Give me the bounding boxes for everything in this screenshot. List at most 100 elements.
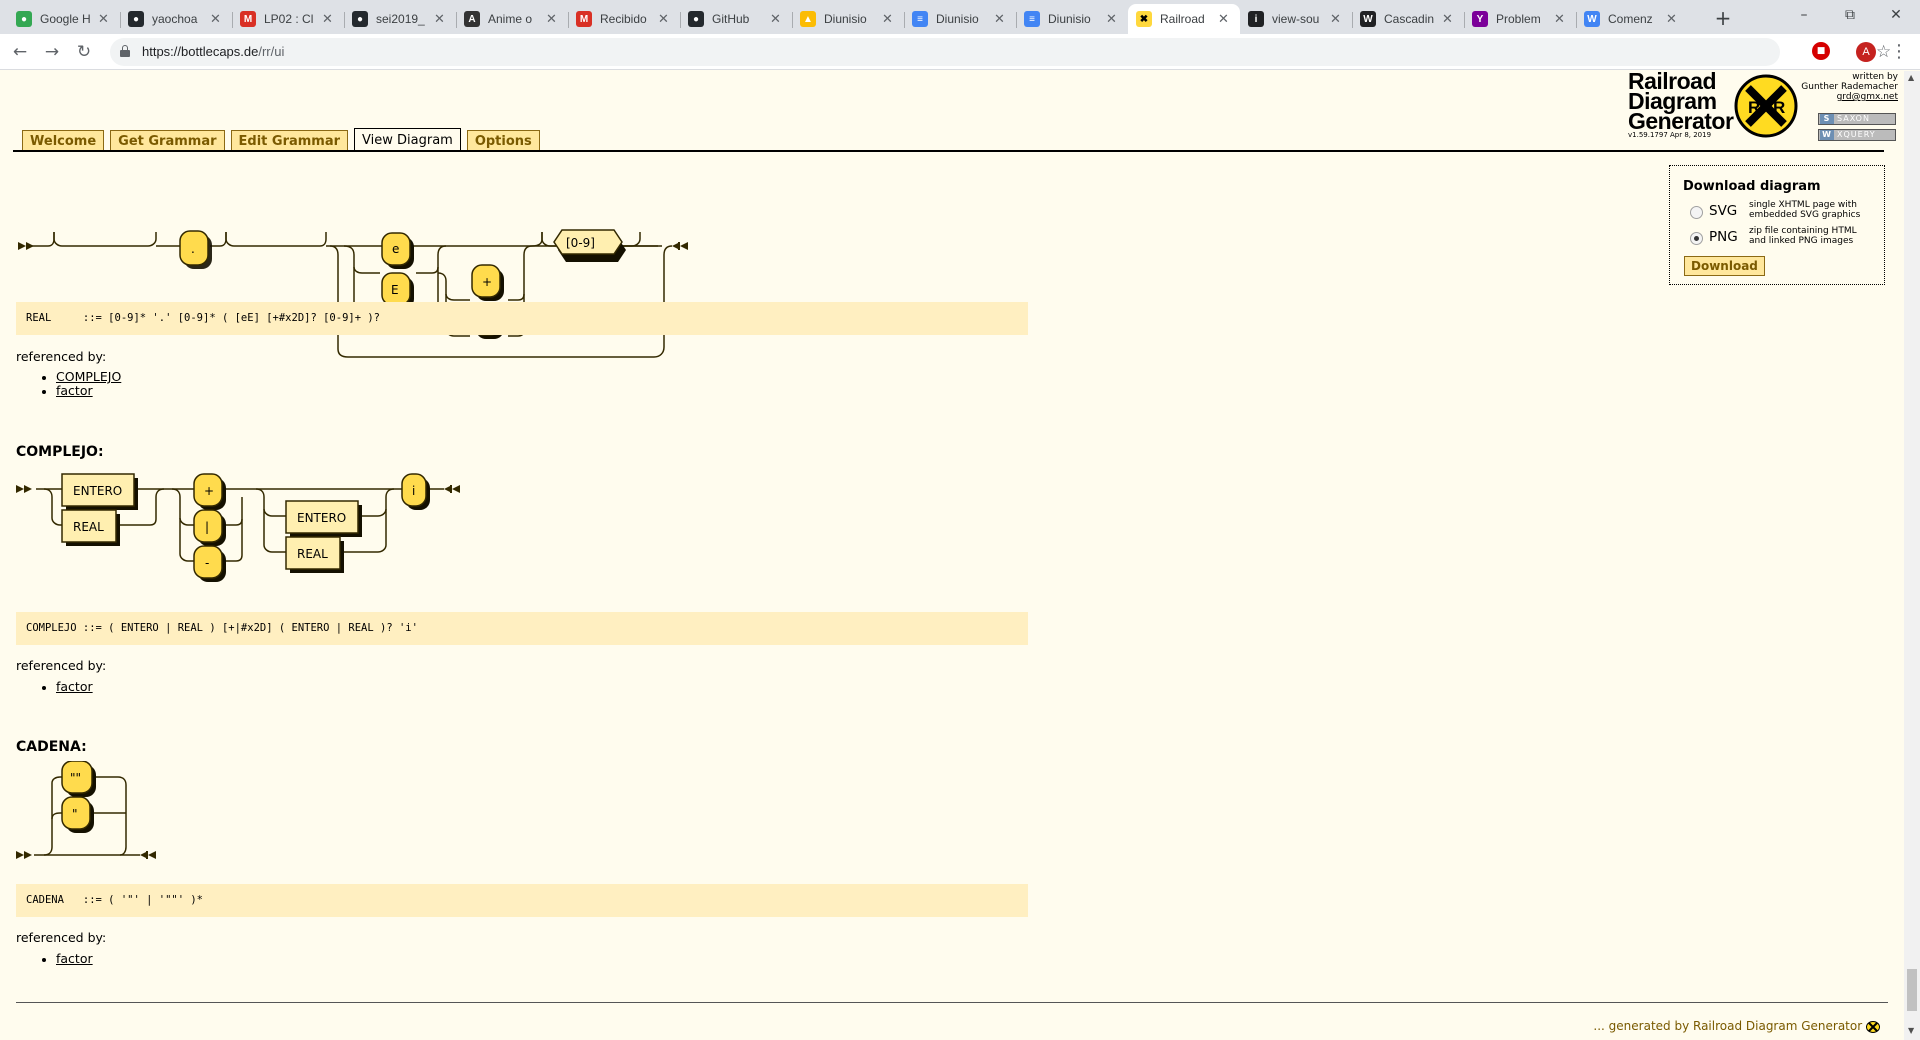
tab-close-icon[interactable]: ✕	[1554, 11, 1568, 27]
nonterminal-real[interactable]: REAL	[285, 536, 344, 573]
tab-edit-grammar[interactable]: Edit Grammar	[230, 130, 349, 152]
railroad-icon: ✖	[1136, 11, 1152, 27]
tab-close-icon[interactable]: ✕	[658, 11, 672, 27]
adblock-extension-icon[interactable]: ■	[1812, 42, 1830, 60]
tab-options[interactable]: Options	[466, 130, 540, 152]
browser-tab-label: sei2019_	[376, 12, 425, 26]
browser-menu-icon[interactable]: ⋮	[1890, 40, 1908, 64]
browser-tab[interactable]: W Cascadin ✕	[1352, 4, 1464, 34]
token-E-label: E	[391, 283, 399, 297]
cadena-diagram: "" "	[16, 761, 156, 859]
cadena-referenced-by: referenced by:	[16, 930, 107, 945]
bookmark-star-icon[interactable]: ☆	[1876, 42, 1891, 62]
minimize-icon[interactable]: –	[1781, 0, 1827, 30]
cadena-ref-factor-link[interactable]: factor	[56, 951, 93, 966]
real-ref-factor-link[interactable]: factor	[56, 383, 93, 398]
complejo-diagram: ENTERO REAL + | - ENTERO REAL i	[16, 473, 460, 582]
cadena-heading: CADENA:	[16, 739, 87, 755]
tab-close-icon[interactable]: ✕	[98, 11, 112, 27]
vertical-scrollbar[interactable]: ▲ ▼	[1904, 71, 1920, 1040]
png-option-label[interactable]: PNG	[1709, 229, 1738, 245]
profile-avatar[interactable]: A	[1856, 42, 1876, 62]
w3c-xquery-badge[interactable]: W XQUERY	[1818, 129, 1896, 141]
browser-tab-label: Diunisio	[936, 12, 979, 26]
tab-close-icon[interactable]: ✕	[1106, 11, 1120, 27]
forward-icon[interactable]: →	[40, 40, 64, 64]
version-label: v1.59.1797 Apr 8, 2019	[1628, 131, 1712, 139]
scroll-up-icon[interactable]: ▲	[1908, 73, 1914, 82]
tab-close-icon[interactable]: ✕	[434, 11, 448, 27]
browser-tab[interactable]: i view-sou ✕	[1240, 4, 1352, 34]
download-button[interactable]: Download	[1684, 256, 1765, 276]
browser-tab[interactable]: ✖ Railroad ✕	[1128, 4, 1240, 34]
browser-tab[interactable]: W Comenz ✕	[1576, 4, 1688, 34]
footer-divider	[16, 1002, 1888, 1003]
tab-close-icon[interactable]: ✕	[546, 11, 560, 27]
token-e: e	[381, 232, 414, 269]
saxon-badge[interactable]: S SAXON	[1818, 113, 1896, 125]
svg-option-label[interactable]: SVG	[1709, 203, 1737, 219]
browser-tab[interactable]: ▲ Diunisio ✕	[792, 4, 904, 34]
browser-tab-label: Comenz	[1608, 12, 1653, 26]
browser-tab-label: GitHub	[712, 12, 750, 26]
nonterminal-entero[interactable]: ENTERO	[285, 500, 362, 537]
browser-tab[interactable]: ● Google H ✕	[8, 4, 120, 34]
browser-tab[interactable]: ● yaochoa ✕	[120, 4, 232, 34]
url-text[interactable]: https://bottlecaps.de/rr/ui	[142, 44, 284, 59]
token-plus: +	[471, 264, 504, 301]
close-window-icon[interactable]: ✕	[1873, 0, 1919, 30]
browser-tab[interactable]: ● sei2019_ ✕	[344, 4, 456, 34]
browser-tab[interactable]: ● GitHub ✕	[680, 4, 792, 34]
tab-close-icon[interactable]: ✕	[770, 11, 784, 27]
tab-close-icon[interactable]: ✕	[1218, 11, 1232, 27]
tab-close-icon[interactable]: ✕	[322, 11, 336, 27]
tab-close-icon[interactable]: ✕	[882, 11, 896, 27]
complejo-ref-factor-link[interactable]: factor	[56, 679, 93, 694]
restore-icon[interactable]: ⧉	[1827, 0, 1873, 30]
token-plus-label: +	[482, 275, 492, 289]
browser-tab[interactable]: M Recibido ✕	[568, 4, 680, 34]
real-ref-complejo-link[interactable]: COMPLEJO	[56, 369, 121, 384]
svg-radio[interactable]	[1690, 206, 1703, 219]
footer-credit[interactable]: ... generated by Railroad Diagram Genera…	[1593, 1019, 1880, 1033]
tab-close-icon[interactable]: ✕	[1442, 11, 1456, 27]
google-docs-icon: ≡	[1024, 11, 1040, 27]
svg-text:R: R	[1773, 98, 1785, 117]
page-viewport: Railroad Diagram Generator v1.59.1797 Ap…	[0, 71, 1904, 1040]
tab-welcome[interactable]: Welcome	[22, 130, 105, 152]
tab-close-icon[interactable]: ✕	[210, 11, 224, 27]
reload-icon[interactable]: ↻	[72, 40, 96, 64]
browser-tab-label: Cascadin	[1384, 12, 1435, 26]
nonterminal-entero[interactable]: ENTERO	[61, 473, 138, 510]
browser-tab[interactable]: M LP02 : Cl ✕	[232, 4, 344, 34]
browser-tab[interactable]: A Anime o ✕	[456, 4, 568, 34]
scrollbar-thumb[interactable]	[1907, 969, 1917, 1011]
browser-tab[interactable]: ≡ Diunisio ✕	[904, 4, 1016, 34]
token-dot: .	[179, 230, 212, 269]
author-email-link[interactable]: grd@gmx.net	[1801, 92, 1898, 102]
browser-tab-label: Recibido	[600, 12, 647, 26]
wikipedia-icon: W	[1360, 11, 1376, 27]
browser-tab[interactable]: ≡ Diunisio ✕	[1016, 4, 1128, 34]
token-double-quote: "	[61, 796, 94, 833]
token-minus-label: -	[205, 556, 209, 570]
browser-tab-label: view-sou	[1272, 12, 1320, 26]
rr-logo: Railroad Diagram Generator v1.59.1797 Ap…	[1622, 71, 1904, 141]
tab-close-icon[interactable]: ✕	[994, 11, 1008, 27]
token-pipe-label: |	[205, 520, 209, 534]
back-icon[interactable]: ←	[8, 40, 32, 64]
tab-get-grammar[interactable]: Get Grammar	[110, 130, 225, 152]
address-bar[interactable]: https://bottlecaps.de/rr/ui ☆	[110, 38, 1891, 66]
token-digit-class: [0-9]	[553, 229, 626, 262]
token-double-quote-label: "	[72, 807, 78, 821]
nonterminal-real-label: REAL	[73, 520, 104, 534]
tab-close-icon[interactable]: ✕	[1666, 11, 1680, 27]
lock-icon	[120, 45, 130, 57]
scroll-down-icon[interactable]: ▼	[1908, 1026, 1914, 1035]
tab-view-diagram[interactable]: View Diagram	[354, 128, 461, 152]
new-tab-button[interactable]: +	[1710, 6, 1736, 32]
png-radio[interactable]	[1690, 232, 1703, 245]
nonterminal-real[interactable]: REAL	[61, 509, 120, 546]
browser-tab[interactable]: Y Problem ✕	[1464, 4, 1576, 34]
tab-close-icon[interactable]: ✕	[1330, 11, 1344, 27]
